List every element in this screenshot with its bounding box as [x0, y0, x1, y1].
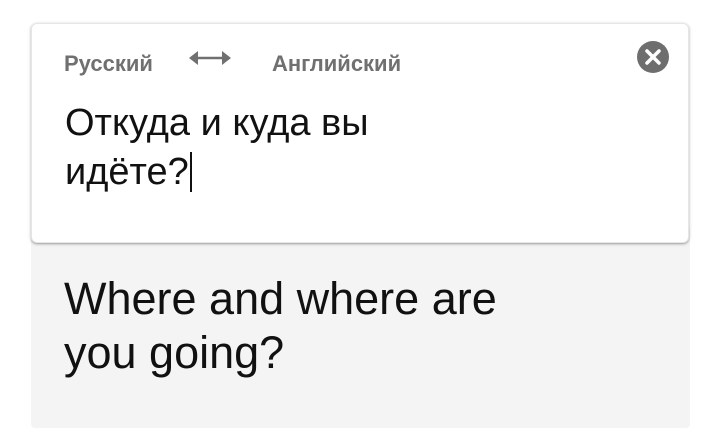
- translation-output-panel: Where and where are you going?: [31, 226, 690, 428]
- translation-output-text: Where and where are you going?: [64, 272, 624, 380]
- target-language-button[interactable]: Английский: [272, 51, 401, 77]
- translate-widget: Where and where are you going? Русский Ан…: [0, 0, 720, 445]
- close-icon[interactable]: [636, 40, 670, 74]
- swap-arrows-icon[interactable]: [188, 46, 232, 70]
- translation-output-line-1: Where and where are: [64, 273, 497, 324]
- input-card: Русский Английский Откуда и куда вы идёте…: [31, 23, 689, 243]
- source-language-button[interactable]: Русский: [64, 51, 153, 77]
- source-text-line-2: идёте?: [65, 151, 189, 193]
- source-text-line-1: Откуда и куда вы: [65, 102, 369, 144]
- translation-output-line-2: you going?: [64, 327, 285, 378]
- text-cursor: [189, 152, 192, 192]
- language-bar: Русский Английский: [32, 24, 688, 100]
- source-text-input[interactable]: Откуда и куда вы идёте?: [65, 99, 585, 197]
